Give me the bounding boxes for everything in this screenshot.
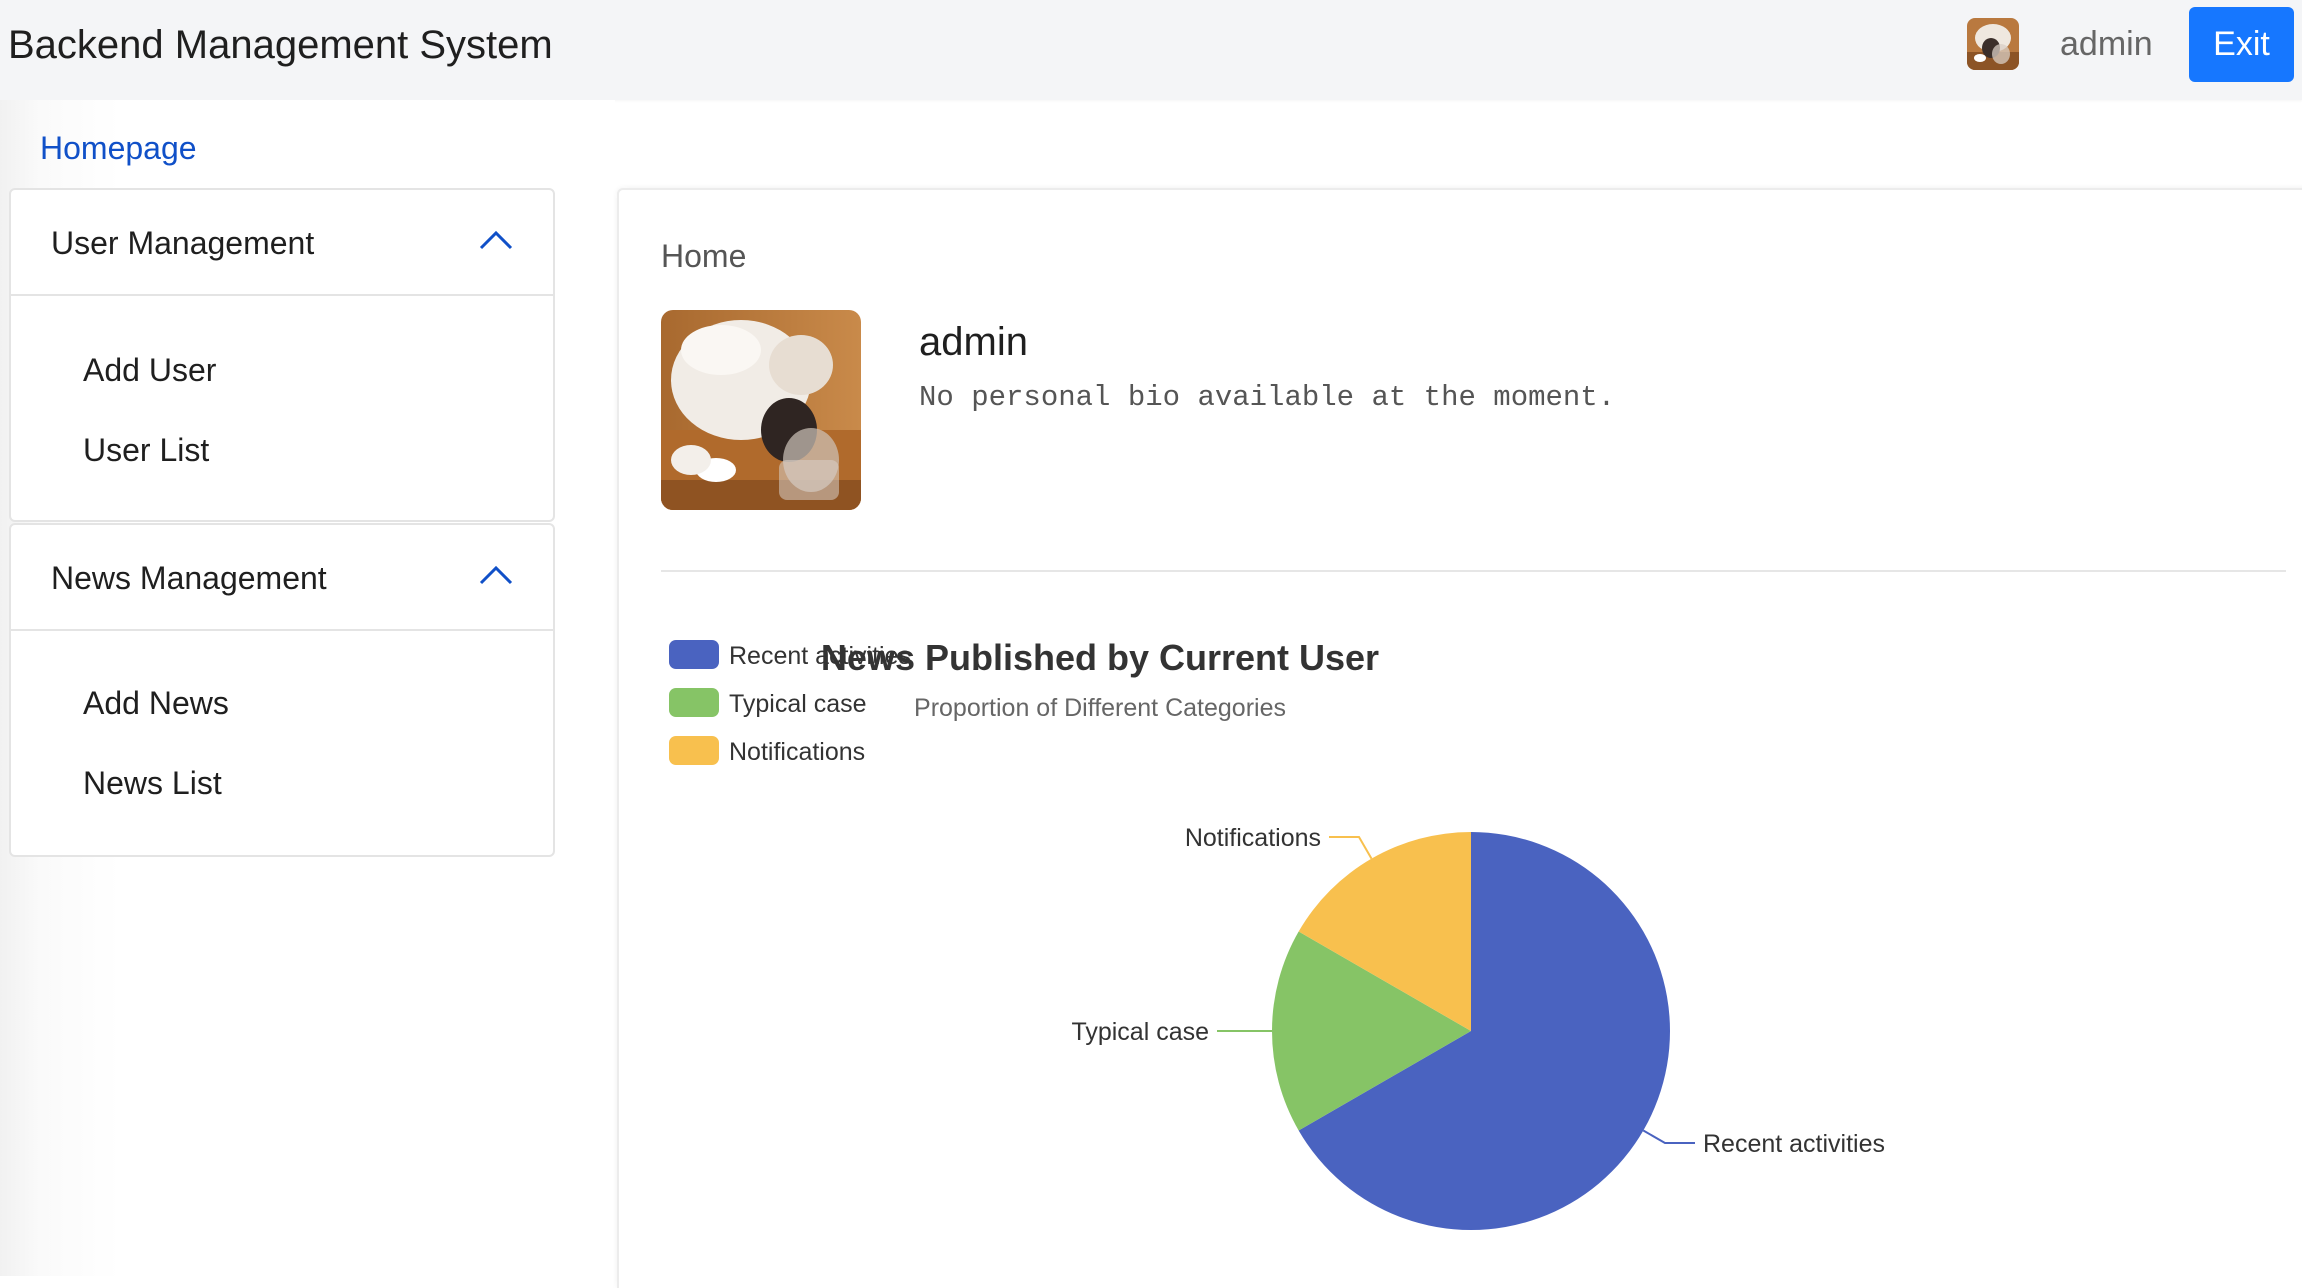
legend-swatch-recent-activities[interactable]	[669, 640, 719, 669]
chart-subtitle: Proportion of Different Categories	[914, 694, 1286, 722]
legend-swatch-notifications[interactable]	[669, 736, 719, 765]
leader-line-notifications	[1329, 836, 1373, 860]
leader-line-recent-activities	[1642, 1129, 1695, 1144]
legend-label-notifications[interactable]: Notifications	[729, 738, 865, 766]
slice-label-recent-activities: Recent activities	[1703, 1130, 1885, 1158]
slice-label-notifications: Notifications	[1185, 824, 1321, 852]
chart-title: News Published by Current User	[820, 637, 1380, 678]
legend-swatch-typical-case[interactable]	[669, 688, 719, 717]
slice-label-typical-case: Typical case	[1071, 1018, 1209, 1046]
